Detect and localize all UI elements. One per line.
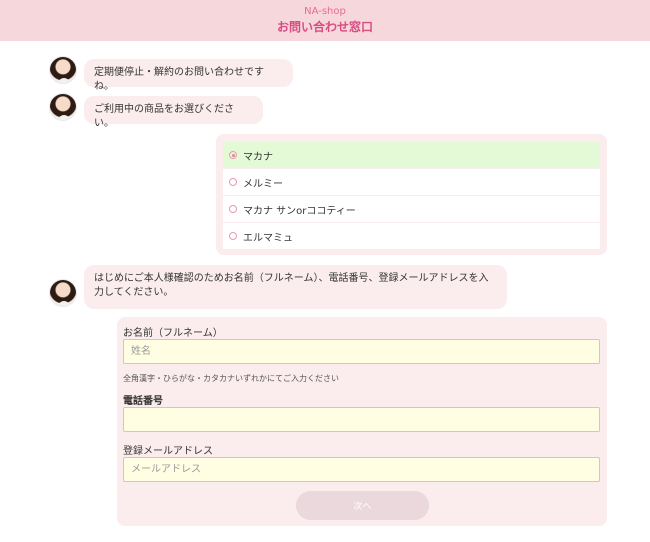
product-option-label: メルミー [243, 178, 283, 190]
next-button[interactable]: 次へ [296, 491, 429, 520]
radio-icon[interactable] [229, 151, 237, 159]
product-option-elmamyu[interactable]: エルマミュ [223, 223, 600, 249]
product-option-label: マカナ サンorココティー [243, 205, 356, 217]
chat-message-1: 定期便停止・解約のお問い合わせですね。 [84, 59, 293, 92]
name-input[interactable] [123, 339, 600, 364]
operator-avatar [49, 56, 77, 84]
product-option-label: マカナ [243, 151, 273, 163]
name-label: お名前（フルネーム） [123, 328, 223, 339]
phone-input[interactable] [123, 407, 600, 432]
chat-message-2: ご利用中の商品をお選びください。 [84, 96, 263, 129]
operator-avatar [49, 93, 77, 121]
product-select-panel: マカナ メルミー マカナ サンorココティー エルマミュ [216, 134, 607, 255]
product-option-label: エルマミュ [243, 232, 293, 244]
phone-label: 電話番号 [123, 396, 163, 407]
radio-icon[interactable] [229, 205, 237, 213]
identity-form: お名前（フルネーム） 全角漢字・ひらがな・カタカナいずれかにてご入力ください 電… [117, 317, 607, 526]
page-title: お問い合わせ窓口 [276, 20, 373, 34]
email-input[interactable] [123, 457, 600, 482]
product-option-makana-sun[interactable]: マカナ サンorココティー [223, 196, 600, 222]
email-label: 登録メールアドレス [123, 446, 213, 457]
operator-avatar [49, 279, 77, 307]
radio-icon[interactable] [229, 232, 237, 240]
chat-message-3: はじめにご本人様確認のためお名前（フルネーム）、電話番号、登録メールアドレスを入… [84, 265, 507, 309]
product-option-melmie[interactable]: メルミー [223, 169, 600, 195]
name-hint: 全角漢字・ひらがな・カタカナいずれかにてご入力ください [123, 374, 339, 383]
radio-icon[interactable] [229, 178, 237, 186]
header-bar: NA-shop お問い合わせ窓口 [0, 0, 650, 41]
shop-name: NA-shop [304, 6, 346, 17]
product-option-makana[interactable]: マカナ [223, 142, 600, 168]
